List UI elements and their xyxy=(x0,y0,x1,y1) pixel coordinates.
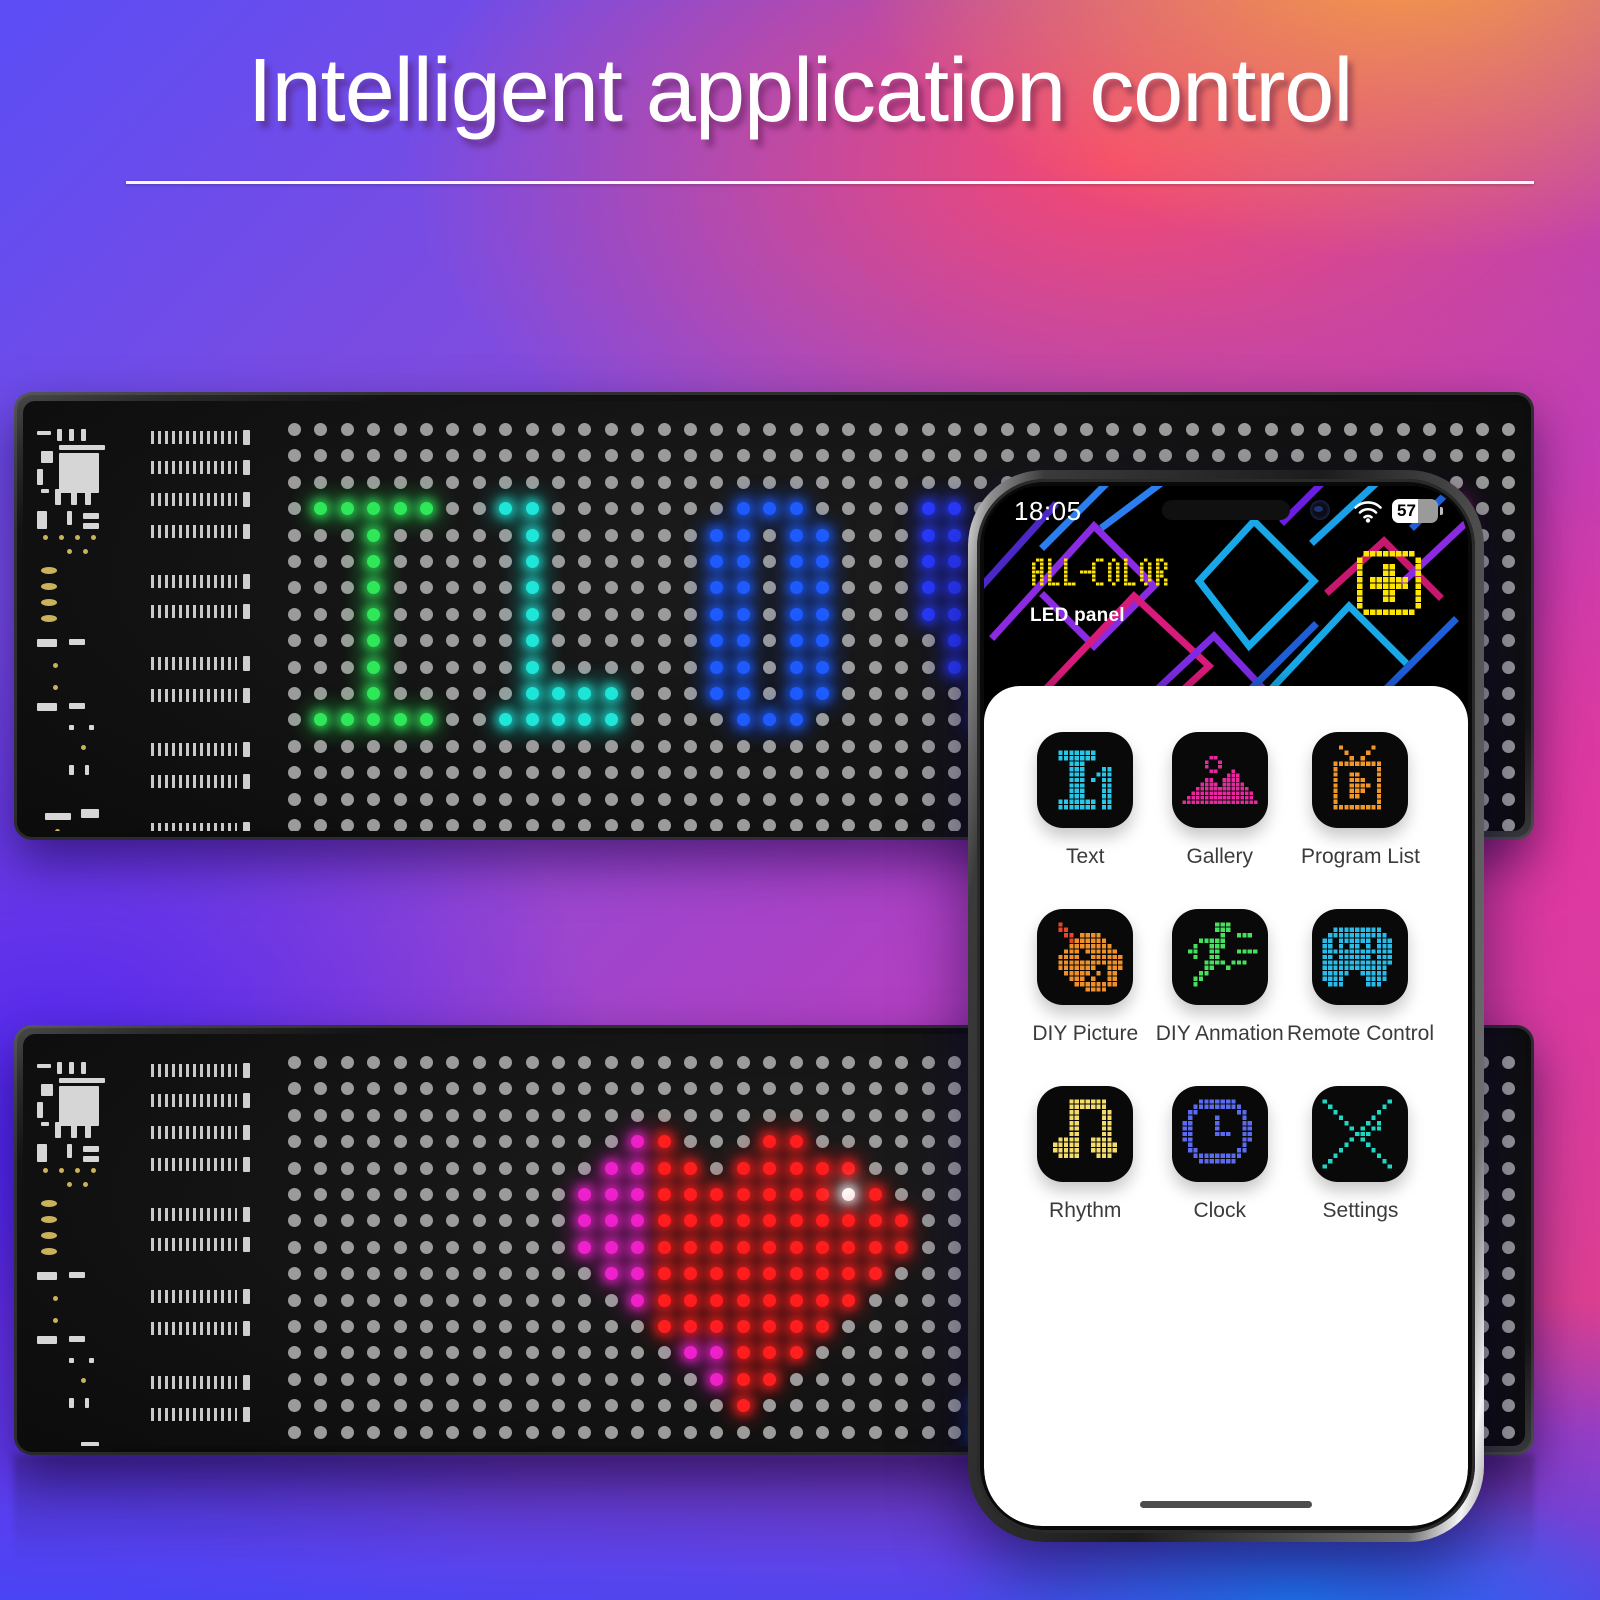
app-item-label: Gallery xyxy=(1186,845,1253,868)
battery-percent-label: 57 xyxy=(1397,501,1416,520)
gallery-icon xyxy=(1171,732,1268,828)
all-color-logo xyxy=(1032,558,1168,586)
app-item-remote-control[interactable]: Remote Control xyxy=(1287,909,1434,1046)
music-note-icon xyxy=(1037,1086,1134,1182)
running-figure-icon xyxy=(1171,909,1268,1005)
app-item-label: Settings xyxy=(1322,1199,1399,1222)
app-item-label: Rhythm xyxy=(1049,1199,1122,1222)
app-item-label: Text xyxy=(1065,845,1105,868)
home-indicator[interactable] xyxy=(1140,1501,1312,1508)
page-title: Intelligent application control xyxy=(247,41,1354,141)
app-item-label: Remote Control xyxy=(1286,1022,1434,1045)
text-icon xyxy=(1037,732,1134,828)
app-brand-subtitle: LED panel xyxy=(1030,605,1125,626)
app-item-label: Program List xyxy=(1300,845,1420,868)
battery-indicator: 57 xyxy=(1392,499,1443,523)
add-device-button[interactable] xyxy=(1350,544,1428,627)
phone-mockup: 18:05 57 LED panel Text Gallery Program … xyxy=(968,470,1484,1542)
app-item-program-list[interactable]: Program List xyxy=(1287,732,1434,869)
title-underline-rule xyxy=(126,181,1534,184)
plus-square-icon xyxy=(1357,551,1421,615)
app-item-diy-anmation[interactable]: DIY Anmation xyxy=(1152,909,1286,1046)
page-header: Intelligent application control xyxy=(0,44,1600,139)
clock-icon xyxy=(1171,1086,1268,1182)
app-item-label: Clock xyxy=(1193,1199,1246,1222)
status-bar: 18:05 57 xyxy=(984,494,1468,528)
app-item-text[interactable]: Text xyxy=(1018,732,1152,869)
program-list-icon xyxy=(1312,732,1409,828)
status-bar-time: 18:05 xyxy=(1014,495,1082,526)
palette-icon xyxy=(1037,909,1134,1005)
tools-cross-icon xyxy=(1312,1086,1409,1182)
phone-screen: 18:05 57 LED panel Text Gallery Program … xyxy=(984,486,1468,1526)
app-sheet: Text Gallery Program List DIY Picture DIY An… xyxy=(984,686,1468,1526)
app-item-label: DIY Picture xyxy=(1032,1022,1139,1045)
app-item-gallery[interactable]: Gallery xyxy=(1152,732,1286,869)
wifi-icon xyxy=(1354,500,1382,523)
app-item-diy-picture[interactable]: DIY Picture xyxy=(1018,909,1152,1046)
gamepad-icon xyxy=(1312,909,1409,1005)
app-item-clock[interactable]: Clock xyxy=(1152,1086,1286,1223)
app-item-settings[interactable]: Settings xyxy=(1287,1086,1434,1223)
app-brand: LED panel xyxy=(1030,554,1174,627)
app-item-rhythm[interactable]: Rhythm xyxy=(1018,1086,1152,1223)
app-item-label: DIY Anmation xyxy=(1155,1022,1284,1045)
app-grid: Text Gallery Program List DIY Picture DIY An… xyxy=(984,732,1468,1223)
